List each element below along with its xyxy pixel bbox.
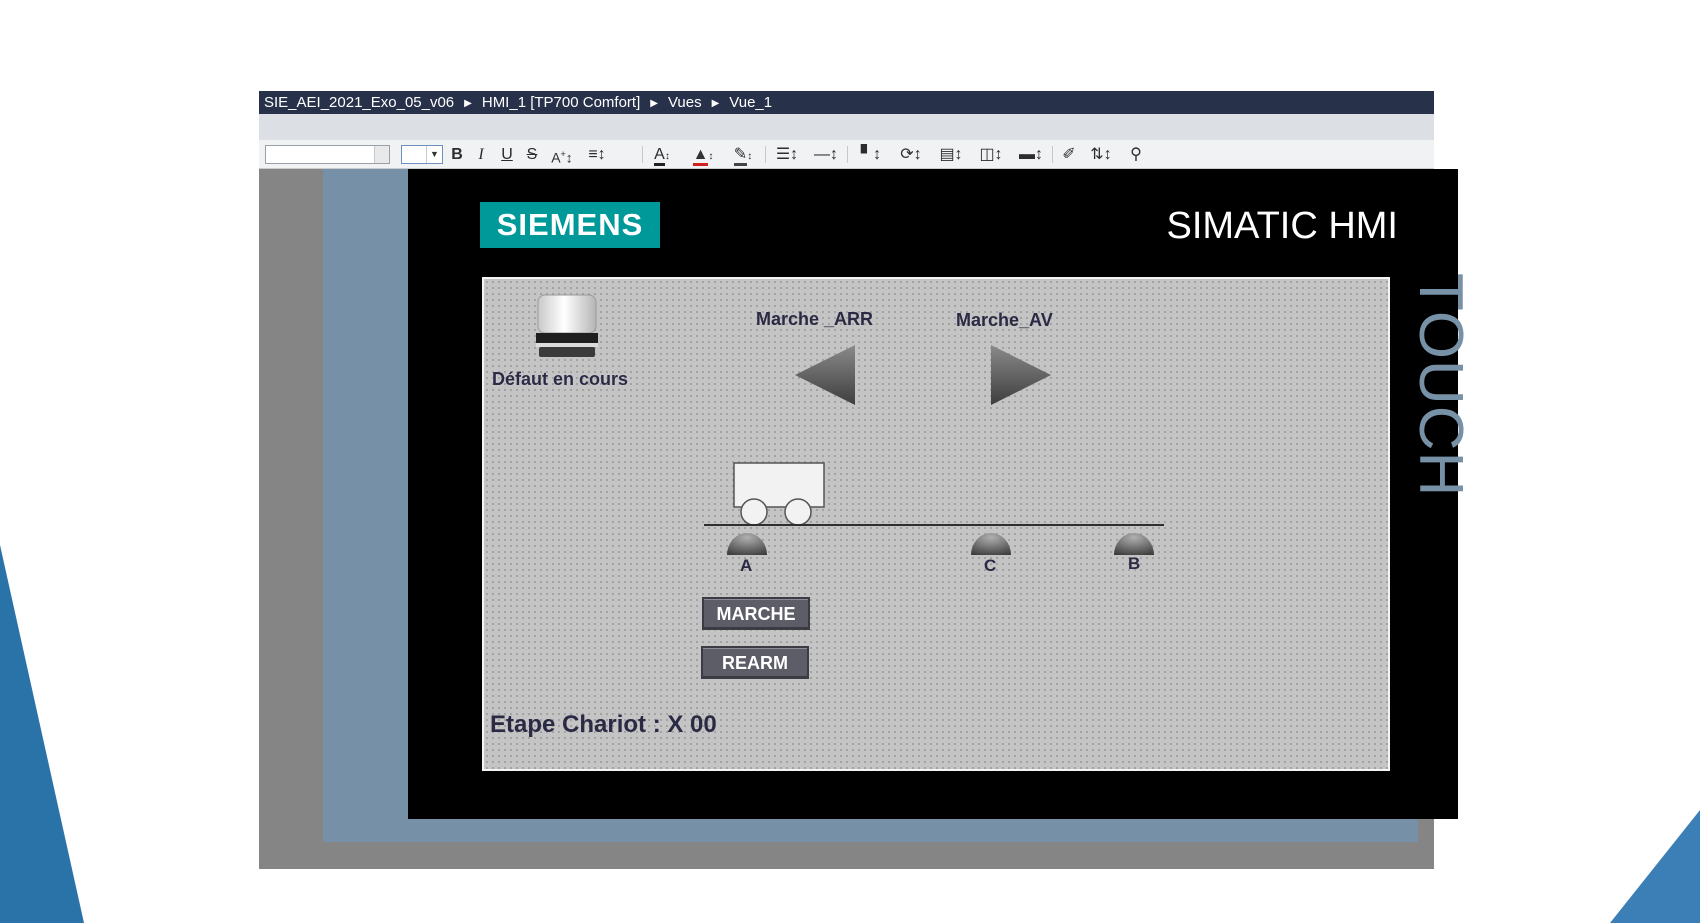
sensor-a-icon	[726, 531, 768, 555]
touch-label: TOUCH	[1406, 273, 1475, 498]
device-model-title: SIMATIC HMI	[1166, 205, 1398, 247]
cart-icon	[732, 461, 830, 527]
strikethrough-icon[interactable]: S	[524, 144, 540, 165]
editor-header-bar	[259, 114, 1434, 140]
font-family-select[interactable]	[265, 145, 390, 164]
toolbar-divider	[847, 146, 848, 163]
layer-icon[interactable]: ▬↕	[1015, 144, 1047, 165]
distribute-icon[interactable]: ▤↕	[935, 144, 967, 165]
font-size-select[interactable]: ▼	[401, 145, 443, 164]
italic-icon[interactable]: I	[473, 144, 489, 165]
line-color-icon[interactable]: ✎↕	[727, 144, 759, 166]
toolbar-divider	[1052, 146, 1053, 163]
reverse-label: Marche _ARR	[756, 309, 874, 329]
slide-corner-right-decoration	[1610, 810, 1700, 923]
toolbar-divider	[765, 146, 766, 163]
hmi-screen-editor: SIE_AEI_2021_Exo_05_v06 ▶ HMI_1 [TP700 Com…	[259, 91, 1475, 869]
line-style-icon[interactable]: ☰↕	[771, 144, 803, 165]
zoom-icon[interactable]: ⚲	[1125, 144, 1147, 165]
dropdown-button[interactable]	[374, 146, 389, 163]
toolbar-divider	[642, 146, 643, 163]
arrow-right-icon	[991, 345, 1051, 405]
sensor-c-icon	[970, 531, 1012, 555]
arrow-left-icon	[795, 345, 855, 405]
sensor-c-label: C	[984, 556, 997, 575]
siemens-logo: SIEMENS	[480, 202, 660, 248]
forward-arrow-button[interactable]	[989, 343, 1053, 412]
forward-label: Marche_AV	[956, 310, 1053, 330]
underline-icon[interactable]: U	[499, 144, 515, 165]
sensor-b-label: B	[1128, 554, 1141, 573]
reset-button[interactable]: REARM	[701, 646, 809, 679]
bold-icon[interactable]: B	[449, 144, 465, 165]
font-color-icon[interactable]: A↕	[647, 144, 677, 166]
format-painter-icon[interactable]: ✐	[1059, 144, 1079, 165]
alarm-lamp-icon[interactable]	[533, 293, 601, 361]
rail-track	[704, 524, 1164, 526]
hmi-screen-canvas[interactable]: Défaut en cours Marche _ARR Marche_AV A …	[482, 277, 1390, 771]
chevron-down-icon[interactable]: ▼	[426, 146, 442, 163]
sensor-b-icon	[1113, 531, 1155, 555]
format-toolbar: ▼ B I U S A+↕ ≡↕ A↕ ▲↕ ✎↕ ☰↕ —↕ ▘↕ ⟳↕ ▤↕…	[259, 140, 1434, 169]
chevron-right-icon: ▶	[650, 98, 658, 109]
chevron-right-icon: ▶	[711, 98, 720, 109]
text-align-icon[interactable]: ≡↕	[581, 144, 613, 165]
sensor-a-label: A	[740, 556, 753, 575]
canvas-workspace: SIEMENS SIMATIC HMI TOUCH Défaut en cour…	[261, 169, 1475, 869]
breadcrumb-screens-folder[interactable]: Vues	[668, 94, 702, 111]
device-frame: SIEMENS SIMATIC HMI TOUCH Défaut en cour…	[408, 169, 1475, 819]
spacing-icon[interactable]: ◫↕	[975, 144, 1007, 165]
breadcrumb-current-screen[interactable]: Vue_1	[729, 94, 772, 111]
fill-color-icon[interactable]: ▲↕	[687, 144, 719, 166]
line-width-icon[interactable]: —↕	[810, 144, 842, 165]
chevron-right-icon: ▶	[464, 98, 472, 109]
rotate-icon[interactable]: ⟳↕	[895, 144, 927, 165]
start-button[interactable]: MARCHE	[702, 597, 810, 630]
breadcrumb: SIE_AEI_2021_Exo_05_v06 ▶ HMI_1 [TP700 Com…	[259, 91, 1434, 114]
alarm-label: Défaut en cours	[492, 369, 629, 389]
slide-corner-left-decoration	[0, 545, 90, 923]
cart-step-status: Etape Chariot : X 00	[490, 711, 717, 738]
align-objects-icon[interactable]: ▘↕	[855, 144, 887, 165]
font-size-icon[interactable]: A+↕	[547, 144, 577, 166]
device-bezel: SIEMENS SIMATIC HMI TOUCH Défaut en cour…	[323, 169, 1475, 842]
breadcrumb-device[interactable]: HMI_1 [TP700 Comfort]	[482, 94, 640, 111]
reverse-arrow-button[interactable]	[793, 343, 857, 412]
sort-icon[interactable]: ⇅↕	[1085, 144, 1117, 165]
breadcrumb-project[interactable]: SIE_AEI_2021_Exo_05_v06	[264, 94, 454, 111]
